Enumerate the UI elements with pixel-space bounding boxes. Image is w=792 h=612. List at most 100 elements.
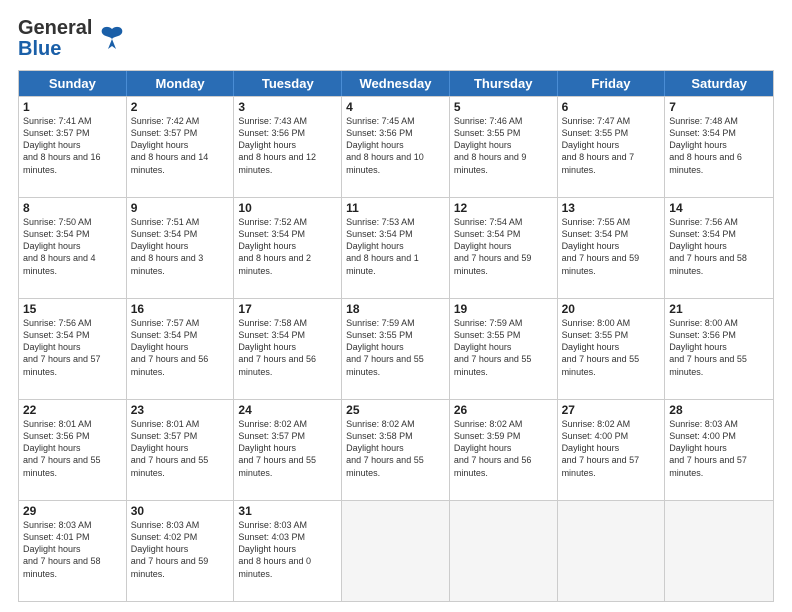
cell-info: Sunrise: 7:50 AMSunset: 3:54 PMDaylight … bbox=[23, 216, 122, 277]
calendar-body: 1Sunrise: 7:41 AMSunset: 3:57 PMDaylight… bbox=[19, 96, 773, 601]
day-number: 1 bbox=[23, 100, 122, 114]
cal-cell bbox=[558, 501, 666, 601]
day-number: 23 bbox=[131, 403, 230, 417]
cell-info: Sunrise: 8:03 AMSunset: 4:00 PMDaylight … bbox=[669, 418, 769, 479]
header-day-saturday: Saturday bbox=[665, 71, 773, 96]
day-number: 8 bbox=[23, 201, 122, 215]
cell-info: Sunrise: 8:03 AMSunset: 4:01 PMDaylight … bbox=[23, 519, 122, 580]
cell-info: Sunrise: 8:00 AMSunset: 3:56 PMDaylight … bbox=[669, 317, 769, 378]
logo: General Blue bbox=[18, 18, 130, 60]
cell-info: Sunrise: 7:48 AMSunset: 3:54 PMDaylight … bbox=[669, 115, 769, 176]
cal-cell: 5Sunrise: 7:46 AMSunset: 3:55 PMDaylight… bbox=[450, 97, 558, 197]
cal-cell bbox=[342, 501, 450, 601]
cal-cell: 16Sunrise: 7:57 AMSunset: 3:54 PMDayligh… bbox=[127, 299, 235, 399]
day-number: 30 bbox=[131, 504, 230, 518]
day-number: 27 bbox=[562, 403, 661, 417]
day-number: 6 bbox=[562, 100, 661, 114]
cell-info: Sunrise: 7:54 AMSunset: 3:54 PMDaylight … bbox=[454, 216, 553, 277]
calendar-header: SundayMondayTuesdayWednesdayThursdayFrid… bbox=[19, 71, 773, 96]
page: General Blue SundayMondayTuesdayWednesda… bbox=[0, 0, 792, 612]
cal-cell: 26Sunrise: 8:02 AMSunset: 3:59 PMDayligh… bbox=[450, 400, 558, 500]
cal-cell bbox=[450, 501, 558, 601]
cell-info: Sunrise: 8:01 AMSunset: 3:56 PMDaylight … bbox=[23, 418, 122, 479]
cal-cell: 4Sunrise: 7:45 AMSunset: 3:56 PMDaylight… bbox=[342, 97, 450, 197]
cal-cell: 11Sunrise: 7:53 AMSunset: 3:54 PMDayligh… bbox=[342, 198, 450, 298]
day-number: 19 bbox=[454, 302, 553, 316]
cell-info: Sunrise: 7:47 AMSunset: 3:55 PMDaylight … bbox=[562, 115, 661, 176]
day-number: 21 bbox=[669, 302, 769, 316]
week-row-4: 22Sunrise: 8:01 AMSunset: 3:56 PMDayligh… bbox=[19, 399, 773, 500]
cal-cell: 23Sunrise: 8:01 AMSunset: 3:57 PMDayligh… bbox=[127, 400, 235, 500]
cal-cell: 9Sunrise: 7:51 AMSunset: 3:54 PMDaylight… bbox=[127, 198, 235, 298]
header-day-friday: Friday bbox=[558, 71, 666, 96]
cell-info: Sunrise: 7:55 AMSunset: 3:54 PMDaylight … bbox=[562, 216, 661, 277]
cell-info: Sunrise: 8:03 AMSunset: 4:02 PMDaylight … bbox=[131, 519, 230, 580]
cal-cell: 21Sunrise: 8:00 AMSunset: 3:56 PMDayligh… bbox=[665, 299, 773, 399]
week-row-1: 1Sunrise: 7:41 AMSunset: 3:57 PMDaylight… bbox=[19, 96, 773, 197]
cell-info: Sunrise: 7:45 AMSunset: 3:56 PMDaylight … bbox=[346, 115, 445, 176]
header-day-wednesday: Wednesday bbox=[342, 71, 450, 96]
day-number: 28 bbox=[669, 403, 769, 417]
day-number: 7 bbox=[669, 100, 769, 114]
cal-cell: 27Sunrise: 8:02 AMSunset: 4:00 PMDayligh… bbox=[558, 400, 666, 500]
day-number: 4 bbox=[346, 100, 445, 114]
cell-info: Sunrise: 7:56 AMSunset: 3:54 PMDaylight … bbox=[669, 216, 769, 277]
header-day-tuesday: Tuesday bbox=[234, 71, 342, 96]
cell-info: Sunrise: 8:02 AMSunset: 3:57 PMDaylight … bbox=[238, 418, 337, 479]
header-day-monday: Monday bbox=[127, 71, 235, 96]
day-number: 29 bbox=[23, 504, 122, 518]
cal-cell: 19Sunrise: 7:59 AMSunset: 3:55 PMDayligh… bbox=[450, 299, 558, 399]
header-day-sunday: Sunday bbox=[19, 71, 127, 96]
cell-info: Sunrise: 7:52 AMSunset: 3:54 PMDaylight … bbox=[238, 216, 337, 277]
cal-cell: 3Sunrise: 7:43 AMSunset: 3:56 PMDaylight… bbox=[234, 97, 342, 197]
day-number: 12 bbox=[454, 201, 553, 215]
day-number: 10 bbox=[238, 201, 337, 215]
cal-cell: 22Sunrise: 8:01 AMSunset: 3:56 PMDayligh… bbox=[19, 400, 127, 500]
cell-info: Sunrise: 7:56 AMSunset: 3:54 PMDaylight … bbox=[23, 317, 122, 378]
cal-cell: 7Sunrise: 7:48 AMSunset: 3:54 PMDaylight… bbox=[665, 97, 773, 197]
day-number: 11 bbox=[346, 201, 445, 215]
cell-info: Sunrise: 7:53 AMSunset: 3:54 PMDaylight … bbox=[346, 216, 445, 277]
week-row-3: 15Sunrise: 7:56 AMSunset: 3:54 PMDayligh… bbox=[19, 298, 773, 399]
cell-info: Sunrise: 7:57 AMSunset: 3:54 PMDaylight … bbox=[131, 317, 230, 378]
day-number: 3 bbox=[238, 100, 337, 114]
day-number: 15 bbox=[23, 302, 122, 316]
cal-cell: 24Sunrise: 8:02 AMSunset: 3:57 PMDayligh… bbox=[234, 400, 342, 500]
cell-info: Sunrise: 7:59 AMSunset: 3:55 PMDaylight … bbox=[346, 317, 445, 378]
day-number: 25 bbox=[346, 403, 445, 417]
cal-cell: 14Sunrise: 7:56 AMSunset: 3:54 PMDayligh… bbox=[665, 198, 773, 298]
day-number: 2 bbox=[131, 100, 230, 114]
cal-cell: 6Sunrise: 7:47 AMSunset: 3:55 PMDaylight… bbox=[558, 97, 666, 197]
cal-cell: 15Sunrise: 7:56 AMSunset: 3:54 PMDayligh… bbox=[19, 299, 127, 399]
calendar: SundayMondayTuesdayWednesdayThursdayFrid… bbox=[18, 70, 774, 602]
cal-cell: 1Sunrise: 7:41 AMSunset: 3:57 PMDaylight… bbox=[19, 97, 127, 197]
cal-cell: 13Sunrise: 7:55 AMSunset: 3:54 PMDayligh… bbox=[558, 198, 666, 298]
cal-cell: 25Sunrise: 8:02 AMSunset: 3:58 PMDayligh… bbox=[342, 400, 450, 500]
day-number: 16 bbox=[131, 302, 230, 316]
cal-cell: 8Sunrise: 7:50 AMSunset: 3:54 PMDaylight… bbox=[19, 198, 127, 298]
cal-cell: 2Sunrise: 7:42 AMSunset: 3:57 PMDaylight… bbox=[127, 97, 235, 197]
cal-cell: 28Sunrise: 8:03 AMSunset: 4:00 PMDayligh… bbox=[665, 400, 773, 500]
day-number: 24 bbox=[238, 403, 337, 417]
day-number: 17 bbox=[238, 302, 337, 316]
cell-info: Sunrise: 7:42 AMSunset: 3:57 PMDaylight … bbox=[131, 115, 230, 176]
week-row-5: 29Sunrise: 8:03 AMSunset: 4:01 PMDayligh… bbox=[19, 500, 773, 601]
week-row-2: 8Sunrise: 7:50 AMSunset: 3:54 PMDaylight… bbox=[19, 197, 773, 298]
cell-info: Sunrise: 8:02 AMSunset: 3:58 PMDaylight … bbox=[346, 418, 445, 479]
cell-info: Sunrise: 7:59 AMSunset: 3:55 PMDaylight … bbox=[454, 317, 553, 378]
cal-cell: 20Sunrise: 8:00 AMSunset: 3:55 PMDayligh… bbox=[558, 299, 666, 399]
cell-info: Sunrise: 8:00 AMSunset: 3:55 PMDaylight … bbox=[562, 317, 661, 378]
logo-bird-icon bbox=[94, 21, 130, 57]
day-number: 20 bbox=[562, 302, 661, 316]
cal-cell: 31Sunrise: 8:03 AMSunset: 4:03 PMDayligh… bbox=[234, 501, 342, 601]
cal-cell: 17Sunrise: 7:58 AMSunset: 3:54 PMDayligh… bbox=[234, 299, 342, 399]
cal-cell: 30Sunrise: 8:03 AMSunset: 4:02 PMDayligh… bbox=[127, 501, 235, 601]
cell-info: Sunrise: 8:01 AMSunset: 3:57 PMDaylight … bbox=[131, 418, 230, 479]
cal-cell: 10Sunrise: 7:52 AMSunset: 3:54 PMDayligh… bbox=[234, 198, 342, 298]
header-day-thursday: Thursday bbox=[450, 71, 558, 96]
logo-blue: Blue bbox=[18, 39, 92, 60]
cal-cell: 18Sunrise: 7:59 AMSunset: 3:55 PMDayligh… bbox=[342, 299, 450, 399]
cell-info: Sunrise: 7:41 AMSunset: 3:57 PMDaylight … bbox=[23, 115, 122, 176]
cell-info: Sunrise: 7:58 AMSunset: 3:54 PMDaylight … bbox=[238, 317, 337, 378]
cell-info: Sunrise: 8:03 AMSunset: 4:03 PMDaylight … bbox=[238, 519, 337, 580]
